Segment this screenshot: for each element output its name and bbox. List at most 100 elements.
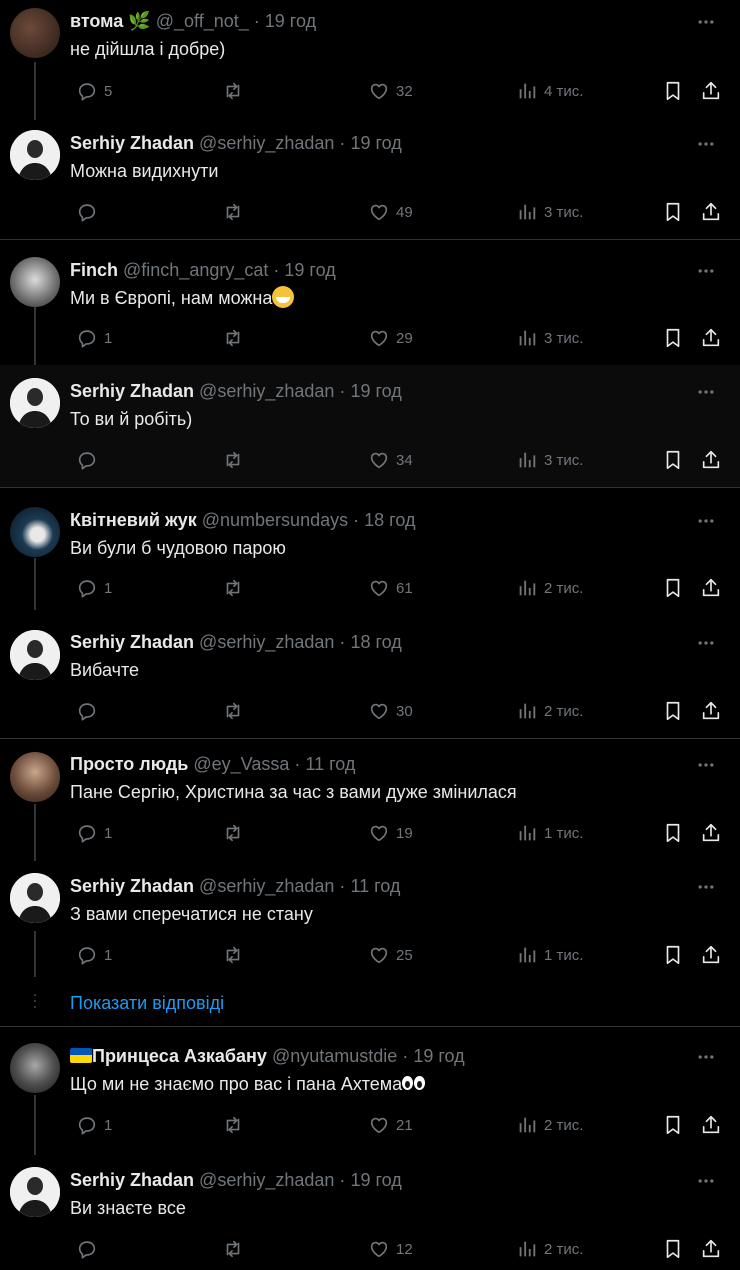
author-name[interactable]: Serhiy Zhadan: [70, 1170, 194, 1190]
tweet[interactable]: Serhiy Zhadan @serhiy_zhadan · 19 год То…: [0, 365, 740, 487]
bookmark-button[interactable]: [656, 1113, 684, 1137]
more-icon[interactable]: [696, 511, 716, 531]
avatar[interactable]: [10, 8, 60, 58]
like-button[interactable]: 19: [362, 821, 413, 845]
views-button[interactable]: 2 тис.: [510, 576, 583, 600]
share-button[interactable]: [694, 79, 722, 103]
views-button[interactable]: 4 тис.: [510, 79, 583, 103]
retweet-button[interactable]: [216, 1113, 244, 1137]
more-icon[interactable]: [696, 382, 716, 402]
share-button[interactable]: [694, 326, 722, 350]
avatar[interactable]: [10, 130, 60, 180]
views-button[interactable]: 3 тис.: [510, 448, 583, 472]
author-handle[interactable]: @ey_Vassa: [193, 754, 289, 774]
avatar[interactable]: [10, 630, 60, 680]
retweet-button[interactable]: [216, 326, 244, 350]
tweet[interactable]: Serhiy Zhadan @serhiy_zhadan · 11 год З …: [0, 861, 740, 1026]
bookmark-button[interactable]: [656, 821, 684, 845]
like-button[interactable]: 29: [362, 326, 413, 350]
share-button[interactable]: [694, 821, 722, 845]
tweet[interactable]: Serhiy Zhadan @serhiy_zhadan · 18 год Ви…: [0, 610, 740, 738]
avatar[interactable]: [10, 257, 60, 307]
author-name[interactable]: Serhiy Zhadan: [70, 632, 194, 652]
author-handle[interactable]: @serhiy_zhadan: [199, 133, 334, 153]
retweet-button[interactable]: [216, 200, 244, 224]
retweet-button[interactable]: [216, 943, 244, 967]
author-name[interactable]: Просто людь: [70, 754, 188, 774]
tweet[interactable]: Finch @finch_angry_cat · 19 год Ми в Євр…: [0, 240, 740, 365]
author-handle[interactable]: @serhiy_zhadan: [199, 632, 334, 652]
views-button[interactable]: 3 тис.: [510, 200, 583, 224]
reply-button[interactable]: 1: [70, 326, 112, 350]
like-button[interactable]: 25: [362, 943, 413, 967]
like-button[interactable]: 12: [362, 1237, 413, 1261]
reply-button[interactable]: [70, 699, 104, 723]
author-handle[interactable]: @_off_not_: [156, 11, 249, 31]
author-handle[interactable]: @nyutamustdie: [272, 1046, 397, 1066]
reply-button[interactable]: [70, 448, 104, 472]
timestamp[interactable]: 11 год: [350, 876, 400, 896]
show-replies-link[interactable]: Показати відповіді: [70, 990, 224, 1016]
views-button[interactable]: 2 тис.: [510, 1237, 583, 1261]
bookmark-button[interactable]: [656, 699, 684, 723]
more-icon[interactable]: [696, 1171, 716, 1191]
reply-button[interactable]: 1: [70, 821, 112, 845]
tweet[interactable]: Принцеса Азкабану @nyutamustdie · 19 год…: [0, 1027, 740, 1155]
timestamp[interactable]: 19 год: [350, 1170, 401, 1190]
share-button[interactable]: [694, 1237, 722, 1261]
author-name[interactable]: Квітневий жук: [70, 510, 197, 530]
views-button[interactable]: 1 тис.: [510, 821, 583, 845]
share-button[interactable]: [694, 1113, 722, 1137]
author-handle[interactable]: @serhiy_zhadan: [199, 381, 334, 401]
views-button[interactable]: 2 тис.: [510, 1113, 583, 1137]
views-button[interactable]: 2 тис.: [510, 699, 583, 723]
avatar[interactable]: [10, 873, 60, 923]
share-button[interactable]: [694, 699, 722, 723]
tweet[interactable]: Serhiy Zhadan @serhiy_zhadan · 19 год Ви…: [0, 1155, 740, 1270]
bookmark-button[interactable]: [656, 943, 684, 967]
share-button[interactable]: [694, 448, 722, 472]
retweet-button[interactable]: [216, 699, 244, 723]
avatar[interactable]: [10, 1043, 60, 1093]
author-name[interactable]: втома: [70, 11, 123, 31]
reply-button[interactable]: 1: [70, 943, 112, 967]
views-button[interactable]: 3 тис.: [510, 326, 583, 350]
like-button[interactable]: 34: [362, 448, 413, 472]
tweet[interactable]: Просто людь @ey_Vassa · 11 год Пане Серг…: [0, 739, 740, 861]
author-name[interactable]: Serhiy Zhadan: [70, 876, 194, 896]
author-name[interactable]: Принцеса Азкабану: [92, 1046, 267, 1066]
more-icon[interactable]: [696, 755, 716, 775]
more-icon[interactable]: [696, 1047, 716, 1067]
tweet[interactable]: Serhiy Zhadan @serhiy_zhadan · 19 год Мо…: [0, 120, 740, 239]
reply-button[interactable]: 1: [70, 576, 112, 600]
avatar[interactable]: [10, 378, 60, 428]
retweet-button[interactable]: [216, 448, 244, 472]
retweet-button[interactable]: [216, 1237, 244, 1261]
like-button[interactable]: 32: [362, 79, 413, 103]
author-name[interactable]: Finch: [70, 260, 118, 280]
like-button[interactable]: 61: [362, 576, 413, 600]
timestamp[interactable]: 19 год: [350, 381, 401, 401]
more-icon[interactable]: [696, 633, 716, 653]
bookmark-button[interactable]: [656, 79, 684, 103]
author-handle[interactable]: @numbersundays: [202, 510, 348, 530]
share-button[interactable]: [694, 943, 722, 967]
reply-button[interactable]: 5: [70, 79, 112, 103]
like-button[interactable]: 30: [362, 699, 413, 723]
bookmark-button[interactable]: [656, 1237, 684, 1261]
more-icon[interactable]: [696, 261, 716, 281]
timestamp[interactable]: 18 год: [350, 632, 401, 652]
more-icon[interactable]: [696, 877, 716, 897]
tweet[interactable]: втома 🌿 @_off_not_ · 19 год не дійшла і …: [0, 0, 740, 120]
author-name[interactable]: Serhiy Zhadan: [70, 381, 194, 401]
bookmark-button[interactable]: [656, 576, 684, 600]
tweet[interactable]: Квітневий жук @numbersundays · 18 год Ви…: [0, 488, 740, 610]
timestamp[interactable]: 19 год: [265, 11, 316, 31]
bookmark-button[interactable]: [656, 326, 684, 350]
timestamp[interactable]: 18 год: [364, 510, 415, 530]
more-icon[interactable]: [696, 134, 716, 154]
timestamp[interactable]: 19 год: [413, 1046, 464, 1066]
timestamp[interactable]: 11 год: [305, 754, 355, 774]
like-button[interactable]: 21: [362, 1113, 413, 1137]
author-handle[interactable]: @serhiy_zhadan: [199, 876, 334, 896]
